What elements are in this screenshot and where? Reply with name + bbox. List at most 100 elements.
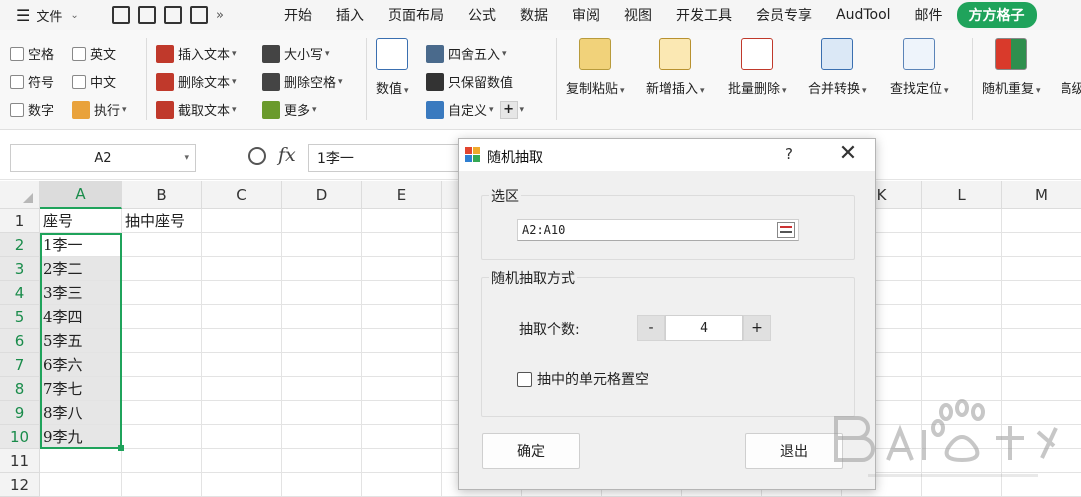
cell-m7[interactable] xyxy=(1002,353,1081,377)
cell-m9[interactable] xyxy=(1002,401,1081,425)
cell-d9[interactable] xyxy=(282,401,362,425)
tab-fangfang[interactable]: 方方格子 xyxy=(956,2,1037,28)
range-input[interactable]: A2:A10 xyxy=(517,219,799,241)
cell-l5[interactable] xyxy=(922,305,1002,329)
cell-e1[interactable] xyxy=(362,209,442,233)
cell-d6[interactable] xyxy=(282,329,362,353)
cell-l8[interactable] xyxy=(922,377,1002,401)
cell-b7[interactable] xyxy=(122,353,202,377)
more-button[interactable]: 更多 ▾ xyxy=(262,100,317,119)
range-picker-icon[interactable] xyxy=(777,222,795,238)
cell-l3[interactable] xyxy=(922,257,1002,281)
cell-b8[interactable] xyxy=(122,377,202,401)
cell-l7[interactable] xyxy=(922,353,1002,377)
function-icon[interactable]: fx xyxy=(278,144,296,166)
print-icon[interactable] xyxy=(164,6,182,24)
tab-mail[interactable]: 邮件 xyxy=(903,5,955,25)
cell-d2[interactable] xyxy=(282,233,362,257)
cell-d10[interactable] xyxy=(282,425,362,449)
cell-c2[interactable] xyxy=(202,233,282,257)
row-header-1[interactable]: 1 xyxy=(0,209,40,233)
cell-l4[interactable] xyxy=(922,281,1002,305)
save-icon[interactable] xyxy=(112,6,130,24)
cell-a3[interactable]: 2李二 xyxy=(40,257,122,281)
value-button[interactable]: 数值 ▾ xyxy=(376,38,409,97)
cell-b4[interactable] xyxy=(122,281,202,305)
cell-b6[interactable] xyxy=(122,329,202,353)
cell-m8[interactable] xyxy=(1002,377,1081,401)
column-header-d[interactable]: D xyxy=(282,181,362,209)
cell-b5[interactable] xyxy=(122,305,202,329)
custom-button[interactable]: 自定义 ▾ + ▾ xyxy=(426,100,524,119)
cell-d5[interactable] xyxy=(282,305,362,329)
cell-c3[interactable] xyxy=(202,257,282,281)
cell-d11[interactable] xyxy=(282,449,362,473)
checkbox-english[interactable]: 英文 xyxy=(72,44,116,63)
increment-button[interactable]: + xyxy=(743,315,771,341)
cell-m12[interactable] xyxy=(1002,473,1081,497)
delete-text-button[interactable]: 删除文本 ▾ xyxy=(156,72,237,91)
cell-a11[interactable] xyxy=(40,449,122,473)
cell-d3[interactable] xyxy=(282,257,362,281)
decrement-button[interactable]: - xyxy=(637,315,665,341)
cell-e9[interactable] xyxy=(362,401,442,425)
copy-paste-button[interactable]: 复制粘贴 ▾ xyxy=(566,38,625,97)
cell-c5[interactable] xyxy=(202,305,282,329)
cell-l11[interactable] xyxy=(922,449,1002,473)
cell-m11[interactable] xyxy=(1002,449,1081,473)
cell-l1[interactable] xyxy=(922,209,1002,233)
cell-m6[interactable] xyxy=(1002,329,1081,353)
cell-l12[interactable] xyxy=(922,473,1002,497)
add-custom-button[interactable]: + xyxy=(499,100,518,119)
cell-a5[interactable]: 4李四 xyxy=(40,305,122,329)
tab-page-layout[interactable]: 页面布局 xyxy=(376,5,456,25)
cell-a8[interactable]: 7李七 xyxy=(40,377,122,401)
cell-a2[interactable]: 1李一 xyxy=(40,233,122,257)
cell-d12[interactable] xyxy=(282,473,362,497)
cell-c4[interactable] xyxy=(202,281,282,305)
tab-home[interactable]: 开始 xyxy=(272,5,324,25)
cell-c8[interactable] xyxy=(202,377,282,401)
cell-m5[interactable] xyxy=(1002,305,1081,329)
row-header-2[interactable]: 2 xyxy=(0,233,40,257)
cell-c9[interactable] xyxy=(202,401,282,425)
execute-button[interactable]: 执行 ▾ xyxy=(72,100,127,119)
cell-b3[interactable] xyxy=(122,257,202,281)
print-preview-icon[interactable] xyxy=(190,6,208,24)
cell-b2[interactable] xyxy=(122,233,202,257)
dialog-titlebar[interactable]: 随机抽取 ? ✕ xyxy=(459,139,875,171)
tab-audtool[interactable]: AudTool xyxy=(824,7,903,23)
advanced-button[interactable]: 高级 xyxy=(1062,38,1081,97)
row-header-9[interactable]: 9 xyxy=(0,401,40,425)
row-header-3[interactable]: 3 xyxy=(0,257,40,281)
cell-a4[interactable]: 3李三 xyxy=(40,281,122,305)
chevron-down-icon[interactable]: ▾ xyxy=(184,153,189,163)
cell-a1[interactable]: 座号 xyxy=(40,209,122,233)
random-repeat-button[interactable]: 随机重复 ▾ xyxy=(982,38,1041,97)
batch-delete-button[interactable]: 批量删除 ▾ xyxy=(728,38,787,97)
count-input[interactable]: 4 xyxy=(665,315,743,341)
cell-e5[interactable] xyxy=(362,305,442,329)
keep-value-button[interactable]: 只保留数值 xyxy=(426,72,513,91)
help-button[interactable]: ? xyxy=(781,145,797,163)
delete-space-button[interactable]: 删除空格 ▾ xyxy=(262,72,343,91)
tab-insert[interactable]: 插入 xyxy=(324,5,376,25)
cell-e6[interactable] xyxy=(362,329,442,353)
extract-text-button[interactable]: 截取文本 ▾ xyxy=(156,100,237,119)
exit-button[interactable]: 退出 xyxy=(745,433,843,469)
cell-c1[interactable] xyxy=(202,209,282,233)
close-button[interactable]: ✕ xyxy=(837,141,859,166)
merge-convert-button[interactable]: 合并转换 ▾ xyxy=(808,38,867,97)
cell-b10[interactable] xyxy=(122,425,202,449)
round-button[interactable]: 四舍五入 ▾ xyxy=(426,44,507,63)
cell-a7[interactable]: 6李六 xyxy=(40,353,122,377)
cell-d8[interactable] xyxy=(282,377,362,401)
cell-b12[interactable] xyxy=(122,473,202,497)
cell-e7[interactable] xyxy=(362,353,442,377)
column-header-l[interactable]: L xyxy=(922,181,1002,209)
cell-a6[interactable]: 5李五 xyxy=(40,329,122,353)
checkbox-space[interactable]: 空格 xyxy=(10,44,54,63)
cell-b11[interactable] xyxy=(122,449,202,473)
row-header-6[interactable]: 6 xyxy=(0,329,40,353)
row-header-7[interactable]: 7 xyxy=(0,353,40,377)
